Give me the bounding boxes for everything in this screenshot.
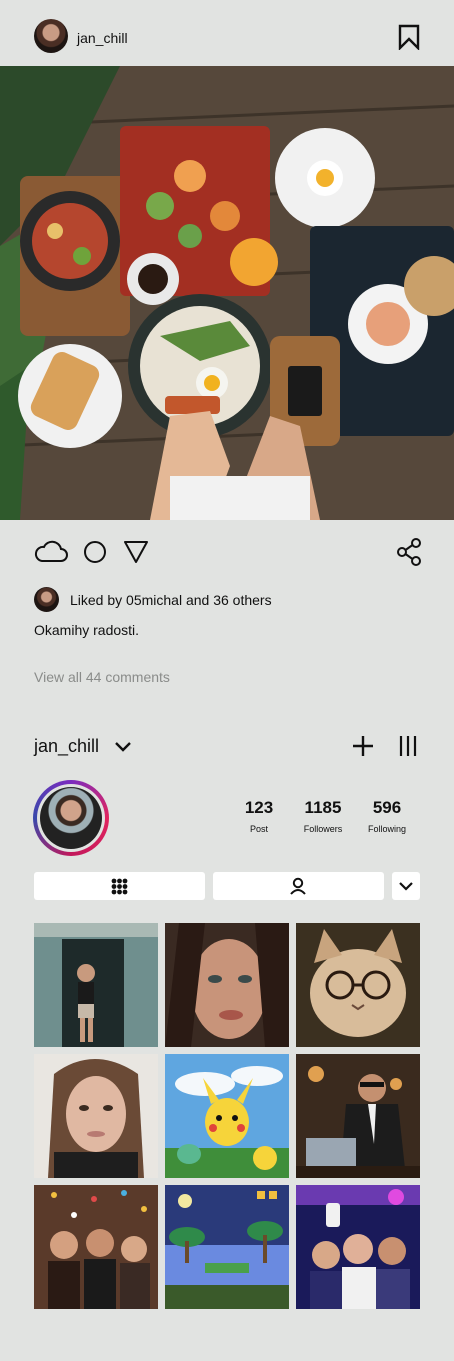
view-comments-link[interactable]: View all 44 comments xyxy=(34,669,170,685)
user-avatar[interactable] xyxy=(34,19,68,53)
post-username[interactable]: jan_chill xyxy=(77,30,128,46)
food-table-photo xyxy=(0,66,454,520)
person-icon xyxy=(290,877,306,895)
photo-pikachu xyxy=(165,1054,289,1178)
grid-photo[interactable] xyxy=(296,1185,420,1309)
grid-photo[interactable] xyxy=(34,1185,158,1309)
post-image[interactable] xyxy=(0,66,454,520)
grid-photo[interactable] xyxy=(296,923,420,1047)
grid-photo[interactable] xyxy=(34,923,158,1047)
grid-photo[interactable] xyxy=(34,1054,158,1178)
grid-photo[interactable] xyxy=(165,1054,289,1178)
post-actions xyxy=(0,530,454,570)
liker-avatar[interactable] xyxy=(34,587,59,612)
post-header: jan_chill xyxy=(0,0,454,66)
photo-cat-glasses xyxy=(296,923,420,1047)
post-caption: Okamihy radosti. xyxy=(34,622,140,638)
photo-party-confetti xyxy=(34,1185,158,1309)
likes-row: Liked by 05michal and 36 others xyxy=(34,587,434,613)
profile-bar: jan_chill xyxy=(0,730,454,770)
bookmark-icon[interactable] xyxy=(396,24,422,50)
avatar-ring xyxy=(37,784,105,852)
send-icon[interactable] xyxy=(123,540,149,564)
stat-following-value: 596 xyxy=(372,798,402,817)
likes-text[interactable]: Liked by 05michal and 36 others xyxy=(70,592,272,608)
cloud-icon[interactable] xyxy=(33,538,69,564)
stat-following-label: Following xyxy=(367,824,407,834)
grid-photo[interactable] xyxy=(165,923,289,1047)
chevron-down-icon[interactable] xyxy=(114,738,132,756)
tab-more[interactable] xyxy=(392,872,420,900)
tab-grid[interactable] xyxy=(34,872,205,900)
avatar-photo xyxy=(40,787,102,849)
menu-icon[interactable] xyxy=(398,734,418,758)
circle-icon[interactable] xyxy=(83,540,107,564)
grid-photo[interactable] xyxy=(165,1185,289,1309)
photo-man-laptop xyxy=(296,1054,420,1178)
grid-dots-icon xyxy=(111,878,128,895)
photo-pixel-game xyxy=(165,1185,289,1309)
stat-following[interactable]: 596 Following xyxy=(347,798,427,834)
photo-girl-selfie xyxy=(34,1054,158,1178)
grid-photo[interactable] xyxy=(296,1054,420,1178)
plus-icon[interactable] xyxy=(351,734,375,758)
tab-tagged[interactable] xyxy=(213,872,384,900)
profile-avatar[interactable] xyxy=(33,780,109,856)
share-nodes-icon[interactable] xyxy=(396,538,422,566)
photo-club-selfie xyxy=(296,1185,420,1309)
photo-woman-portrait xyxy=(165,923,289,1047)
photo-woman-doorway xyxy=(34,923,158,1047)
chevron-down-icon xyxy=(399,882,413,891)
profile-username[interactable]: jan_chill xyxy=(34,736,99,757)
profile-tabs xyxy=(0,872,454,900)
